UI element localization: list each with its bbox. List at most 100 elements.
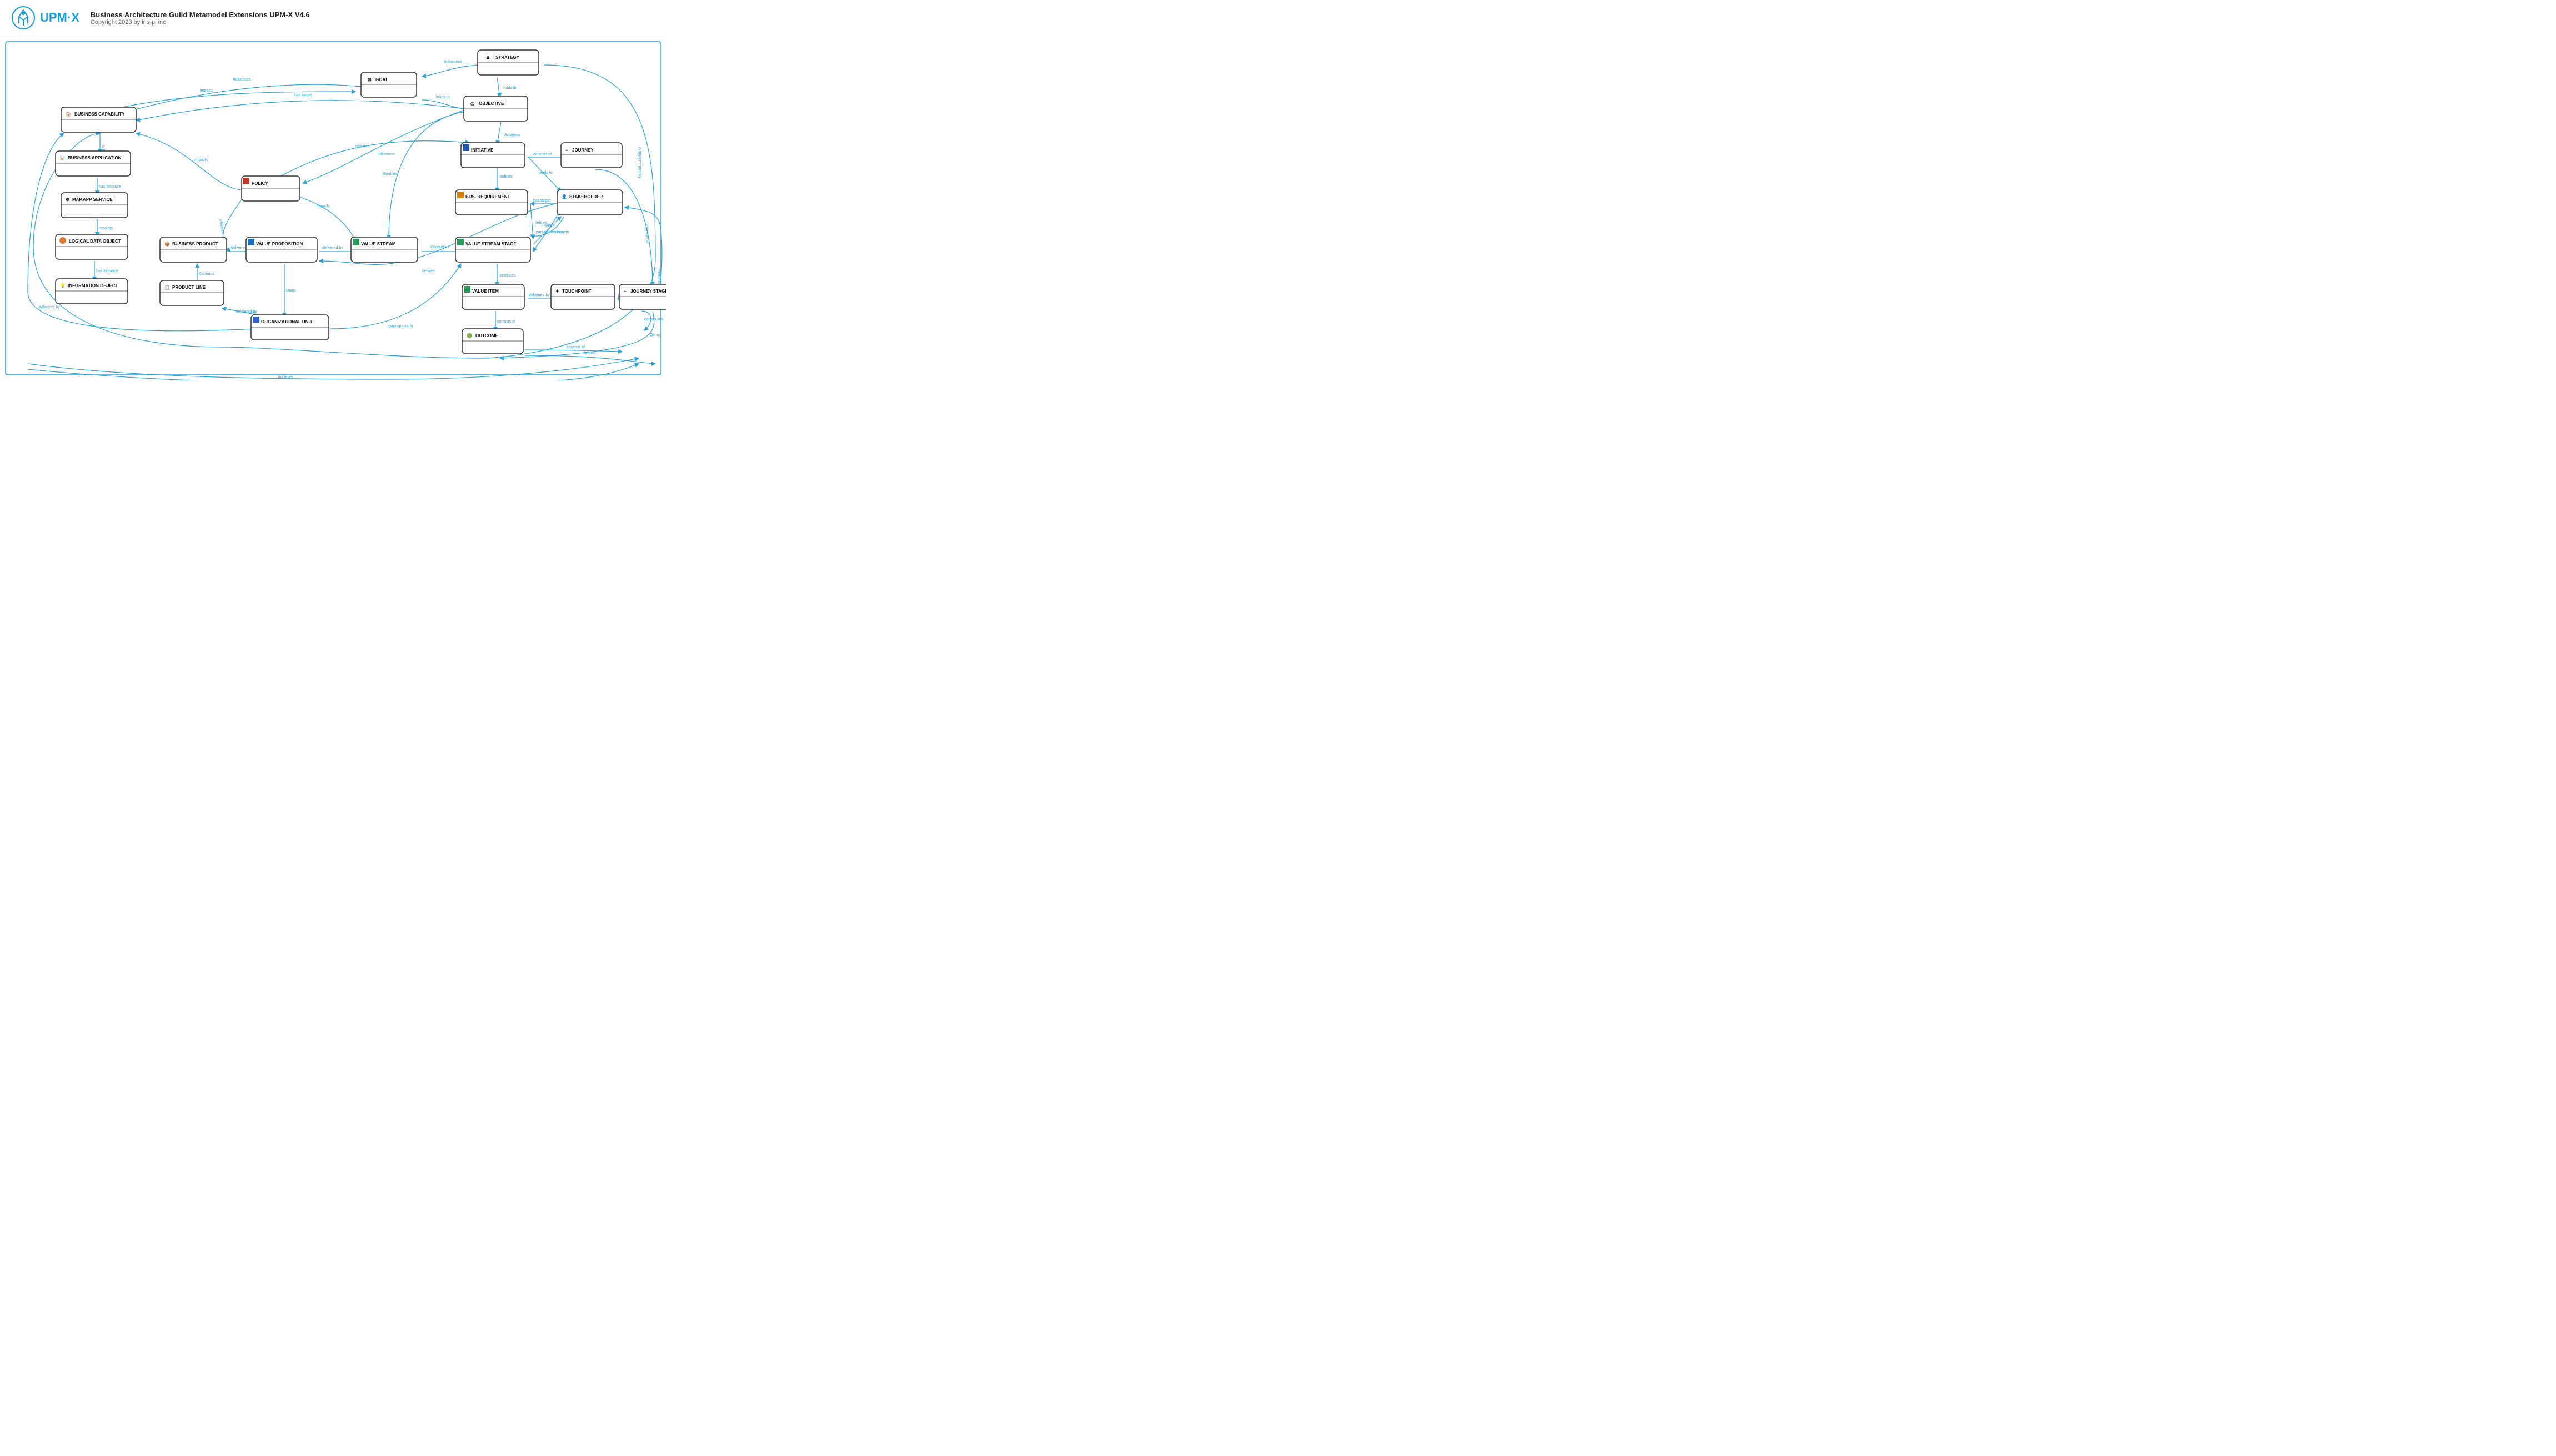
node-objective-label: OBJECTIVE	[479, 101, 504, 106]
logo-text: UPM·X	[40, 11, 79, 25]
node-prodline-icon: 📋	[164, 284, 170, 290]
node-busprod-label: BUSINESS PRODUCT	[172, 242, 218, 247]
edge-label-contains-pl: Contains	[199, 272, 214, 276]
node-bus-capability[interactable]: 🏠 BUSINESS CAPABILITY	[61, 107, 136, 132]
node-org-unit[interactable]: ORGANIZATIONAL UNIT	[251, 315, 329, 340]
node-busapp-label: BUSINESS APPLICATION	[68, 155, 122, 160]
node-objective[interactable]: ◎ OBJECTIVE	[464, 96, 528, 121]
node-journey-icon: ≡	[565, 148, 568, 153]
edge-strategy-objective	[497, 78, 500, 97]
node-goal-label: GOAL	[375, 77, 388, 82]
edge-label-achieves-bottom: Achieves	[278, 375, 294, 379]
node-policy-label: POLICY	[252, 181, 268, 186]
sub-title: Copyright 2023 by ins-pi inc	[91, 19, 310, 26]
diagram-svg: influences leads to leads to Achieves is…	[0, 36, 666, 380]
edge-policy-requires	[278, 141, 469, 178]
edge-bottom-achieves	[28, 358, 639, 379]
edge-label-has-target-2: has target	[533, 199, 550, 203]
edge-label-is-impl: is implemented by	[638, 147, 641, 179]
header: UPM·X Business Architecture Guild Metamo…	[0, 0, 666, 36]
node-logdata-label: LOGICAL DATA OBJECT	[69, 239, 121, 244]
node-busreq-label: BUS. REQUIREMENT	[465, 194, 510, 199]
title-block: Business Architecture Guild Metamodel Ex…	[91, 11, 310, 26]
node-infoobj-icon: 💡	[60, 283, 66, 288]
edge-label-impacts-policy: impacts	[194, 158, 208, 162]
edge-label-hasinstance-2: has Instance	[96, 269, 118, 273]
node-stk-icon: 👤	[562, 194, 567, 199]
node-orgunit-label: ORGANIZATIONAL UNIT	[261, 319, 313, 324]
edge-label-enables: Enables	[383, 172, 398, 176]
node-value-stream-stage[interactable]: VALUE STREAM STAGE	[455, 237, 530, 262]
node-value-stream[interactable]: VALUE STREAM	[351, 237, 418, 262]
node-touchpoint[interactable]: ✦ TOUCHPOINT	[551, 284, 615, 309]
node-goal[interactable]: ⊠ GOAL	[361, 72, 417, 97]
edge-label-consistsof-vi: consists of	[497, 320, 515, 324]
node-outcome[interactable]: 🟢 OUTCOME	[462, 329, 523, 354]
edge-policy-buscap	[136, 133, 247, 190]
edge-buscap-goal	[136, 84, 367, 109]
node-product-line[interactable]: 📋 PRODUCT LINE	[160, 280, 224, 305]
node-stakeholder[interactable]: 👤 STAKEHOLDER	[557, 190, 623, 215]
main-title: Business Architecture Guild Metamodel Ex…	[91, 11, 310, 19]
node-info-object[interactable]: 💡 INFORMATION OBJECT	[56, 279, 128, 304]
node-busprod-icon: 📦	[164, 241, 170, 247]
node-journey[interactable]: ≡ JOURNEY	[561, 143, 622, 168]
edge-label-desires: desires	[422, 269, 435, 273]
node-buscap-label: BUSINESS CAPABILITY	[74, 112, 125, 117]
edge-label-leads-to-2: leads to	[436, 96, 450, 99]
node-logical-data[interactable]: LOGICAL DATA OBJECT	[56, 234, 128, 259]
node-tp-label: TOUCHPOINT	[562, 289, 592, 294]
node-value-item[interactable]: VALUE ITEM	[462, 284, 524, 309]
edge-label-owns-js: Owns	[650, 333, 660, 337]
node-outcome-label: OUTCOME	[475, 333, 499, 338]
edge-label-deliveredby-vi: delivered by	[529, 293, 550, 297]
node-map-app-service[interactable]: ⚙ MAP.APP SERVICE	[61, 193, 128, 218]
logo: UPM·X	[11, 6, 79, 30]
diagram-container: influences leads to leads to Achieves is…	[0, 36, 666, 380]
edge-label-leads-to-3: leads to	[539, 171, 553, 175]
edge-label-influences-1: influences	[444, 60, 462, 64]
node-strategy-icon: ♟	[486, 55, 490, 60]
edge-busreq-vss	[530, 204, 533, 239]
node-strategy[interactable]: ♟ STRATEGY	[478, 50, 539, 75]
edge-label-requires-top: requires	[355, 144, 370, 148]
edge-label-triggers: triggers	[542, 223, 555, 227]
edge-label-defines-bottom: defines	[583, 351, 596, 355]
node-prodline-label: PRODUCT LINE	[172, 285, 206, 290]
edge-label-has-target-1: has target	[294, 93, 312, 97]
node-objective-icon: ◎	[470, 101, 474, 106]
node-busapp-icon: 📊	[60, 155, 66, 160]
node-strategy-label: STRATEGY	[495, 55, 520, 60]
edge-label-produces: produces	[500, 274, 516, 278]
edge-label-influence: influence	[218, 219, 225, 235]
node-value-proposition[interactable]: VALUE PROPOSITION	[246, 237, 317, 262]
node-buscap-icon: 🏠	[66, 112, 71, 117]
edge-label-consists-of-init: consists of	[533, 153, 552, 157]
node-journey-stage[interactable]: ≡ JOURNEY STAGE	[619, 284, 666, 309]
node-initiative[interactable]: INITIATIVE	[461, 143, 525, 168]
edge-label-defines: defines	[500, 175, 513, 179]
edge-label-leads-to: leads to	[503, 86, 517, 90]
node-bus-application[interactable]: 📊 BUSINESS APPLICATION	[56, 151, 131, 176]
edge-label-impacts-vss: impacts	[555, 230, 569, 234]
edge-journey-journeystage	[595, 169, 653, 286]
node-valprop-label: VALUE PROPOSITION	[256, 242, 303, 247]
edge-stakeholder-vss	[533, 208, 561, 252]
node-initiative-label: INITIATIVE	[471, 148, 494, 153]
node-bus-requirement[interactable]: BUS. REQUIREMENT	[455, 190, 528, 215]
node-bus-product[interactable]: 📦 BUSINESS PRODUCT	[160, 237, 227, 262]
edge-label-achieves: Achieves	[504, 133, 520, 137]
node-vss-label: VALUE STREAM STAGE	[465, 242, 517, 247]
edge-label-influences-top: influences	[233, 78, 251, 82]
node-js-icon: ≡	[624, 289, 627, 294]
edge-label-part-in-2: participates in	[389, 324, 413, 328]
edge-label-owns-vp: Owns	[286, 289, 296, 293]
edge-obj-valuestream	[389, 111, 469, 239]
edge-label-impacts-top: impacts	[200, 89, 214, 93]
edge-label-performs: Performs	[657, 269, 661, 285]
node-tp-icon: ✦	[555, 289, 559, 294]
node-journey-label: JOURNEY	[572, 148, 594, 153]
edge-label-deliveredby-ou: delivered by	[39, 305, 60, 309]
node-policy[interactable]: POLICY	[242, 176, 300, 201]
edge-label-requires: requires	[99, 227, 113, 230]
